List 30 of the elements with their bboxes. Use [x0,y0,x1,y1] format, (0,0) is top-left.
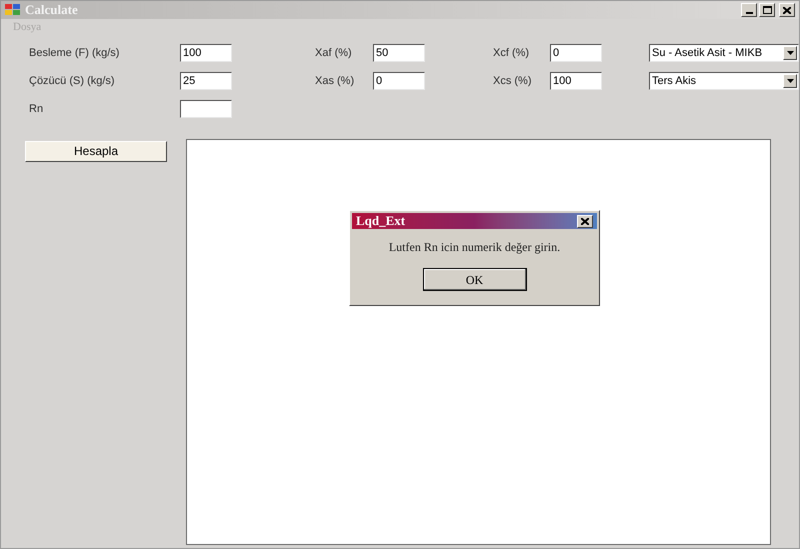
field-label: Çözücü (S) (kg/s) [29,74,116,89]
input-field[interactable]: 0 [550,44,602,62]
ok-button[interactable]: OK [422,268,526,291]
app-icon [5,4,21,16]
dialog-close-button[interactable] [577,214,593,228]
input-field[interactable]: 100 [180,44,232,62]
dropdown-arrow-icon[interactable] [786,51,794,55]
close-icon [783,6,791,14]
field-label: Xcf (%) [493,46,530,61]
dropdown-arrow-icon[interactable] [786,79,794,83]
maximize-button[interactable] [759,3,775,17]
input-field[interactable]: 100 [550,72,602,90]
close-icon [581,218,589,224]
field-label: Rn [29,102,44,117]
dropdown[interactable]: Ters Akis [649,72,799,90]
minimize-button[interactable] [741,3,757,17]
input-field[interactable]: 0 [373,72,425,90]
dialog-title: Lqd_Ext [356,212,406,230]
field-label: Besleme (F) (kg/s) [29,46,120,61]
field-label: Xaf (%) [315,46,353,61]
input-field[interactable]: 25 [180,72,232,90]
input-field[interactable] [180,100,232,118]
dropdown[interactable]: Su - Asetik Asit - MIKB [649,44,799,62]
field-label: Xas (%) [315,74,356,89]
close-button[interactable] [779,3,795,17]
dialog-message: Lutfen Rn icin numerik değer girin. [388,239,560,256]
field-label: Xcs (%) [493,74,532,89]
input-field[interactable]: 50 [373,44,425,62]
window-title: Calculate [25,1,78,20]
calculate-button[interactable]: Hesapla [25,140,167,162]
